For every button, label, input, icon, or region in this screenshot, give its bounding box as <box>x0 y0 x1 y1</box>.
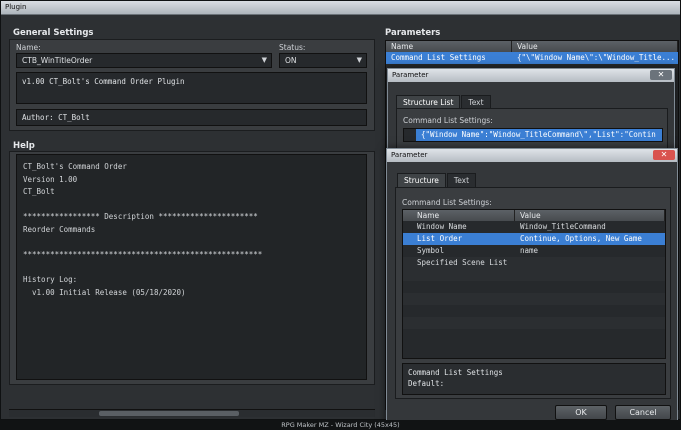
help-line: Reorder Commands <box>23 224 96 234</box>
row-value: name <box>520 246 539 255</box>
table-row[interactable]: List Order Continue, Options, New Game <box>403 233 665 245</box>
help-text[interactable]: CT_Bolt's Command Order Version 1.00 CT_Bo… <box>16 154 367 380</box>
column-header-value[interactable]: Value <box>515 210 665 221</box>
status-label: Status: <box>279 43 306 52</box>
dialog2-tabs: Structure Text <box>397 173 477 187</box>
row-name: Window Name <box>417 222 467 231</box>
parameter-dialog-back: Parameter ✕ Structure List Text Command … <box>387 68 675 154</box>
help-line: v1.00 Initial Release (05/18/2020) <box>23 287 186 297</box>
status-combo[interactable]: ON ▼ <box>279 53 367 68</box>
name-combo[interactable]: CTB_WinTitleOrder ▼ <box>16 53 272 68</box>
column-header-name[interactable]: Name <box>403 210 515 221</box>
dialog2-tabpanel: Command List Settings: Name Value Window… <box>395 187 671 399</box>
help-line <box>23 262 360 275</box>
dialog2-description: Command List Settings Default: <box>402 363 666 395</box>
close-icon[interactable]: ✕ <box>653 150 675 160</box>
dialog1-list: {"Window Name":"Window_TitleCommand\","L… <box>403 128 663 142</box>
empty-row <box>403 281 665 293</box>
help-line: Version 1.00 <box>23 174 78 184</box>
empty-row <box>403 269 665 281</box>
table-row[interactable]: Specified Scene List <box>403 257 665 269</box>
param-value: {"\"Window Name\":\"Window_Title... <box>517 53 676 62</box>
dialog-titlebar: Parameter ✕ <box>388 69 674 82</box>
help-line: ****************************************… <box>23 250 263 260</box>
tab-text[interactable]: Text <box>461 95 491 109</box>
column-header-name[interactable]: Name <box>386 41 512 52</box>
empty-row <box>403 293 665 305</box>
status-bar: RPG Maker MZ - Wizard City (45x45) <box>0 420 681 430</box>
dialog-title: Parameter <box>392 71 429 79</box>
general-settings-title: General Settings <box>13 28 94 38</box>
dialog1-tabpanel: Command List Settings: {"Window Name":"W… <box>396 108 668 153</box>
parameter-dialog-front: Parameter ✕ Structure Text Command List … <box>386 148 678 426</box>
help-line: ***************** Description **********… <box>23 212 258 222</box>
row-name: Specified Scene List <box>417 258 508 267</box>
dialog1-field-label: Command List Settings: <box>403 116 493 125</box>
dialog2-rows: Window Name Window_TitleCommand List Order… <box>403 221 665 341</box>
table-row[interactable]: {"Window Name":"Window_TitleCommand\","L… <box>416 129 662 141</box>
description-field[interactable]: v1.00 CT_Bolt's Command Order Plugin <box>16 72 367 104</box>
dialog1-tabs: Structure List Text <box>396 95 492 109</box>
row-value <box>515 257 665 269</box>
chevron-down-icon: ▼ <box>261 56 267 64</box>
row-name: Symbol <box>417 246 445 255</box>
dialog1-row-value: {"Window Name":"Window_TitleCommand\","L… <box>421 130 656 139</box>
tab-structure-list[interactable]: Structure List <box>396 95 461 109</box>
help-line <box>23 237 360 250</box>
close-icon[interactable]: ✕ <box>650 70 672 80</box>
help-title: Help <box>13 141 35 151</box>
desc-title: Command List Settings <box>408 368 503 377</box>
help-line: History Log: <box>23 275 78 285</box>
cancel-button[interactable]: Cancel <box>615 405 671 420</box>
ok-button[interactable]: OK <box>555 405 607 420</box>
empty-row <box>403 305 665 317</box>
tab-text[interactable]: Text <box>446 173 477 187</box>
parameters-header: Name Value <box>386 41 678 52</box>
dialog2-field-label: Command List Settings: <box>402 198 492 207</box>
author-field[interactable]: Author: CT_Bolt <box>16 109 367 126</box>
tab-structure[interactable]: Structure <box>397 173 446 187</box>
param-name: Command List Settings <box>391 53 486 62</box>
desc-default: Default: <box>408 379 445 388</box>
dialog-title: Parameter <box>391 151 428 159</box>
dialog2-table: Name Value Window Name Window_TitleComman… <box>402 209 666 359</box>
column-header-value[interactable]: Value <box>512 41 678 52</box>
chevron-down-icon: ▼ <box>356 56 362 64</box>
help-line: CT_Bolt <box>23 187 55 197</box>
help-line <box>23 199 360 212</box>
dialog2-header: Name Value <box>403 210 665 221</box>
name-value: CTB_WinTitleOrder <box>22 56 93 65</box>
empty-row <box>403 317 665 329</box>
name-label: Name: <box>16 43 41 52</box>
table-row[interactable]: Symbol name <box>403 245 665 257</box>
table-row[interactable]: Command List Settings {"\"Window Name\":… <box>386 52 678 64</box>
table-row[interactable]: Window Name Window_TitleCommand <box>403 221 665 233</box>
empty-row <box>403 329 665 341</box>
parameters-title: Parameters <box>385 28 441 38</box>
horizontal-scrollbar[interactable] <box>9 409 375 417</box>
window-titlebar: Plugin <box>1 1 680 15</box>
row-value: Window_TitleCommand <box>520 222 606 231</box>
row-value: Continue, Options, New Game <box>520 234 642 243</box>
scrollbar-thumb[interactable] <box>99 411 239 416</box>
help-line: CT_Bolt's Command Order <box>23 162 127 171</box>
dialog-titlebar: Parameter ✕ <box>387 149 677 162</box>
row-name: List Order <box>417 234 463 243</box>
status-value: ON <box>285 56 297 65</box>
